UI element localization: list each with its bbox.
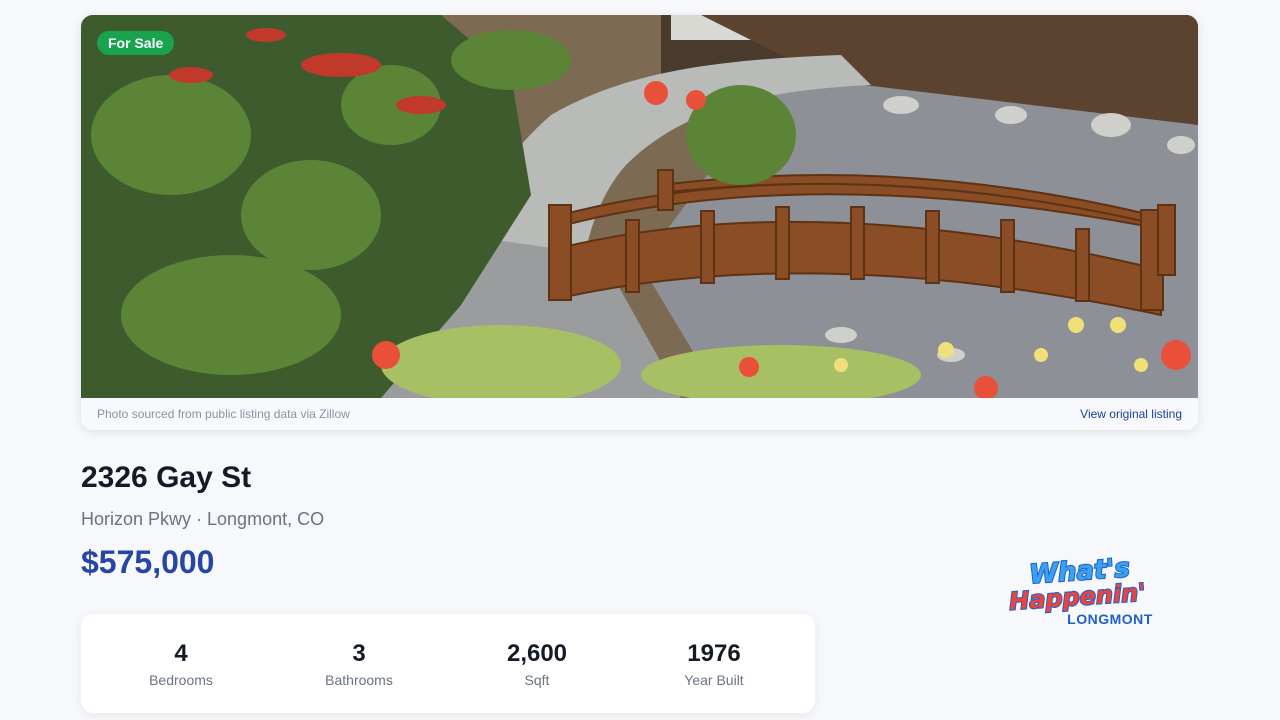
stat-label: Bedrooms xyxy=(149,672,213,688)
stat-label: Sqft xyxy=(524,672,550,688)
stat-bedrooms: 4 Bedrooms xyxy=(101,640,261,688)
listing-price: $575,000 xyxy=(81,544,215,580)
stat-label: Year Built xyxy=(684,672,744,688)
photo-footer: Photo sourced from public listing data v… xyxy=(81,398,1198,430)
stat-value: 4 xyxy=(174,640,188,667)
listing-photo xyxy=(81,15,1198,398)
logo-line-3: LONGMONT xyxy=(1067,611,1153,627)
stat-value: 3 xyxy=(352,640,366,667)
listing-stats-card: 4 Bedrooms 3 Bathrooms 2,600 Sqft 1976 Y… xyxy=(81,614,815,713)
photo-credit: Photo sourced from public listing data v… xyxy=(97,407,350,421)
stat-value: 1976 xyxy=(687,640,741,667)
view-original-listing-link[interactable]: View original listing xyxy=(1080,407,1182,421)
status-badge: For Sale xyxy=(97,31,175,55)
listing-subaddress: Horizon Pkwy · Longmont, CO xyxy=(81,509,325,529)
stat-sqft: 2,600 Sqft xyxy=(457,640,617,688)
listing-photo-card: For Sale Photo sourced from public listi… xyxy=(81,15,1198,430)
stat-value: 2,600 xyxy=(506,640,568,667)
whats-happenin-longmont-logo: What's Happenin' LONGMONT xyxy=(1007,552,1153,627)
stat-year-built: 1976 Year Built xyxy=(634,640,794,688)
listing-address: 2326 Gay St xyxy=(81,461,252,494)
stat-bathrooms: 3 Bathrooms xyxy=(279,640,439,688)
stat-label: Bathrooms xyxy=(325,672,393,688)
